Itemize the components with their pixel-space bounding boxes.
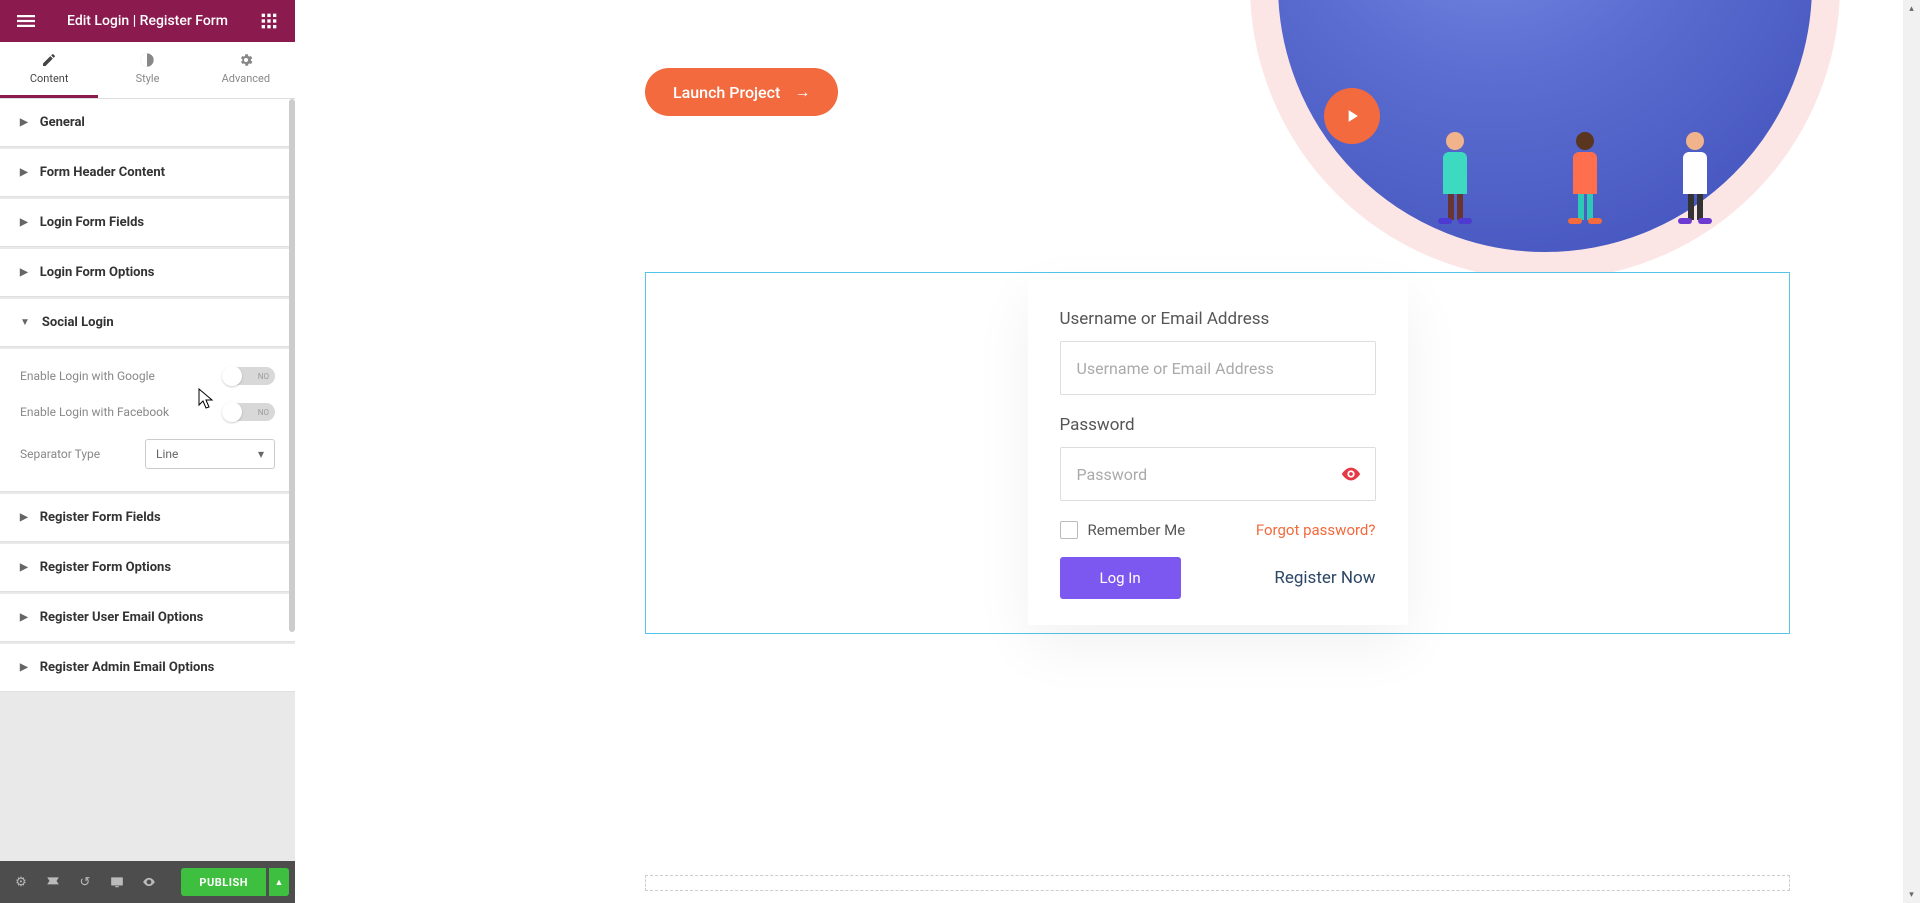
checkbox[interactable] xyxy=(1060,521,1078,539)
password-label: Password xyxy=(1060,415,1376,435)
control-facebook-login: Enable Login with Facebook NO xyxy=(20,403,275,421)
main-scrollbar[interactable]: ▴ ▾ xyxy=(1903,0,1920,903)
select-separator[interactable]: Line▾ xyxy=(145,439,275,469)
caret-right-icon: ▶ xyxy=(20,562,28,573)
caret-right-icon: ▶ xyxy=(20,117,28,128)
play-button[interactable] xyxy=(1324,88,1380,144)
publish-button[interactable]: PUBLISH xyxy=(181,868,266,896)
accordion-register-user-email[interactable]: ▶Register User Email Options xyxy=(0,594,295,642)
accordion-register-admin-email[interactable]: ▶Register Admin Email Options xyxy=(0,644,295,692)
caret-down-icon: ▼ xyxy=(20,317,30,328)
social-login-body: Enable Login with Google NO Enable Login… xyxy=(0,349,295,492)
tab-content[interactable]: Content xyxy=(0,42,98,98)
empty-section-placeholder[interactable] xyxy=(645,875,1790,891)
apps-grid-icon[interactable] xyxy=(253,13,285,29)
form-section-selected[interactable]: Username or Email Address Password Remem… xyxy=(645,272,1790,634)
caret-right-icon: ▶ xyxy=(20,662,28,673)
accordion-register-options[interactable]: ▶Register Form Options xyxy=(0,544,295,592)
caret-right-icon: ▶ xyxy=(20,167,28,178)
password-input[interactable] xyxy=(1060,447,1376,501)
publish-dropdown[interactable]: ▲ xyxy=(269,868,289,896)
toggle-google[interactable]: NO xyxy=(223,367,275,385)
control-google-login: Enable Login with Google NO xyxy=(20,367,275,385)
control-separator-type: Separator Type Line▾ xyxy=(20,439,275,469)
caret-right-icon: ▶ xyxy=(20,512,28,523)
hamburger-icon[interactable] xyxy=(10,12,42,30)
person-illustration xyxy=(1568,132,1602,224)
scroll-track[interactable] xyxy=(1903,17,1920,886)
caret-right-icon: ▶ xyxy=(20,267,28,278)
forgot-password-link[interactable]: Forgot password? xyxy=(1256,521,1376,539)
editor-tabs: Content Style Advanced xyxy=(0,42,295,99)
accordion-register-fields[interactable]: ▶Register Form Fields xyxy=(0,494,295,542)
settings-icon[interactable]: ⚙ xyxy=(6,867,36,897)
register-now-link[interactable]: Register Now xyxy=(1274,568,1375,588)
chevron-down-icon: ▾ xyxy=(258,447,264,461)
login-form-card: Username or Email Address Password Remem… xyxy=(1028,279,1408,625)
caret-right-icon: ▶ xyxy=(20,217,28,228)
accordion-login-options[interactable]: ▶Login Form Options xyxy=(0,249,295,297)
accordion-form-header[interactable]: ▶Form Header Content xyxy=(0,149,295,197)
login-button[interactable]: Log In xyxy=(1060,557,1181,599)
accordion-social-login[interactable]: ▼Social Login xyxy=(0,299,295,347)
launch-project-button[interactable]: Launch Project xyxy=(645,68,838,116)
accordion-login-fields[interactable]: ▶Login Form Fields xyxy=(0,199,295,247)
panel-body: ▶General ▶Form Header Content ▶Login For… xyxy=(0,99,295,861)
history-icon[interactable]: ↺ xyxy=(70,867,100,897)
caret-right-icon: ▶ xyxy=(20,612,28,623)
accordion-general[interactable]: ▶General xyxy=(0,99,295,147)
preview-icon[interactable] xyxy=(134,867,164,897)
username-label: Username or Email Address xyxy=(1060,309,1376,329)
person-illustration xyxy=(1678,132,1712,224)
username-input[interactable] xyxy=(1060,341,1376,395)
tab-style[interactable]: Style xyxy=(98,42,196,98)
toggle-facebook[interactable]: NO xyxy=(223,403,275,421)
scroll-down-button[interactable]: ▾ xyxy=(1903,886,1920,903)
scroll-up-button[interactable]: ▴ xyxy=(1903,0,1920,17)
editor-sidebar: Edit Login | Register Form Content Style… xyxy=(0,0,295,903)
editor-canvas: Launch Project Username or Email Address… xyxy=(295,0,1920,903)
sidebar-title: Edit Login | Register Form xyxy=(42,13,253,29)
responsive-icon[interactable] xyxy=(102,867,132,897)
remember-me[interactable]: Remember Me xyxy=(1060,521,1186,539)
sidebar-header: Edit Login | Register Form xyxy=(0,0,295,42)
eye-icon[interactable] xyxy=(1340,463,1362,489)
tab-advanced[interactable]: Advanced xyxy=(197,42,295,98)
publish-bar: ⚙ ↺ PUBLISH ▲ xyxy=(0,861,295,903)
person-illustration xyxy=(1438,132,1472,224)
navigator-icon[interactable] xyxy=(38,867,68,897)
